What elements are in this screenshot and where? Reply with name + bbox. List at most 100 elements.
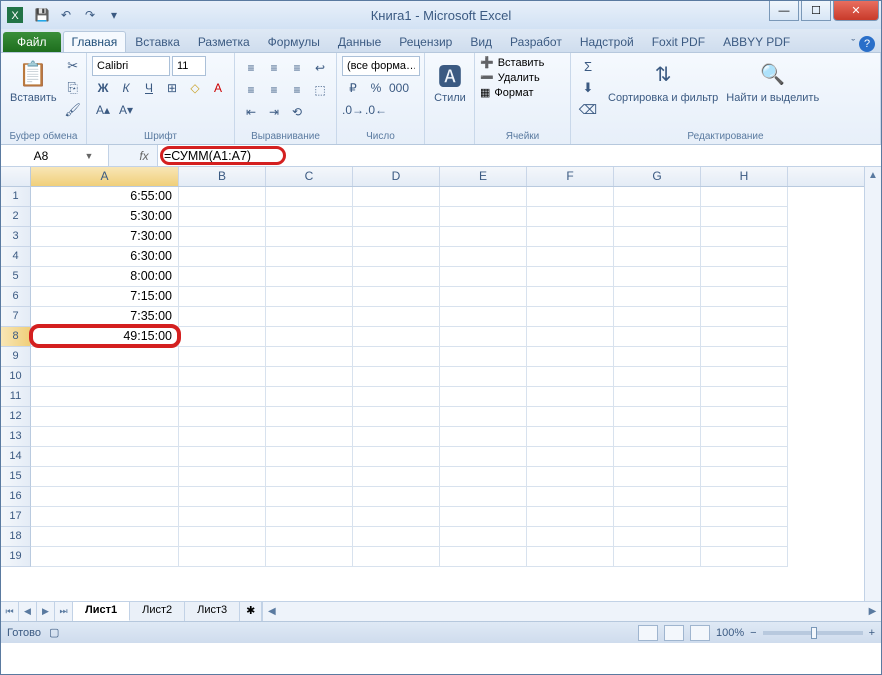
cell[interactable]: [440, 487, 527, 507]
cell[interactable]: [701, 467, 788, 487]
cell[interactable]: [701, 327, 788, 347]
align-bottom-button[interactable]: ≡: [286, 58, 308, 78]
cell[interactable]: [266, 287, 353, 307]
cell[interactable]: [614, 347, 701, 367]
row-header[interactable]: 19: [1, 547, 31, 567]
increase-indent-button[interactable]: ⇥: [263, 102, 285, 122]
column-header-F[interactable]: F: [527, 167, 614, 186]
cell[interactable]: [31, 547, 179, 567]
border-button[interactable]: ⊞: [161, 78, 183, 98]
cell[interactable]: [353, 247, 440, 267]
cell[interactable]: [440, 427, 527, 447]
cell[interactable]: [440, 507, 527, 527]
cell[interactable]: [527, 367, 614, 387]
cell[interactable]: [440, 207, 527, 227]
underline-button[interactable]: Ч: [138, 78, 160, 98]
cell[interactable]: [266, 327, 353, 347]
cell[interactable]: [614, 327, 701, 347]
cell[interactable]: [179, 387, 266, 407]
italic-button[interactable]: К: [115, 78, 137, 98]
row-header[interactable]: 13: [1, 427, 31, 447]
cell[interactable]: 7:15:00: [31, 287, 179, 307]
cell[interactable]: [31, 367, 179, 387]
wrap-text-button[interactable]: ↩: [309, 58, 331, 78]
cell[interactable]: [266, 547, 353, 567]
cell[interactable]: [701, 267, 788, 287]
tab-abbyy[interactable]: ABBYY PDF: [714, 31, 799, 52]
tab-insert[interactable]: Вставка: [126, 31, 189, 52]
cell[interactable]: [527, 287, 614, 307]
cell[interactable]: [31, 527, 179, 547]
cell[interactable]: [614, 307, 701, 327]
cell[interactable]: [701, 287, 788, 307]
cell[interactable]: [527, 407, 614, 427]
cell[interactable]: 7:35:00: [31, 307, 179, 327]
cell[interactable]: [440, 467, 527, 487]
cell[interactable]: [701, 207, 788, 227]
cell[interactable]: [614, 487, 701, 507]
cell[interactable]: [353, 347, 440, 367]
cell[interactable]: [353, 267, 440, 287]
cell[interactable]: 6:30:00: [31, 247, 179, 267]
cell[interactable]: [266, 527, 353, 547]
cell[interactable]: [527, 267, 614, 287]
decrease-decimal-button[interactable]: .0←: [365, 100, 387, 120]
clear-icon[interactable]: ⌫: [578, 100, 598, 120]
cell[interactable]: [701, 407, 788, 427]
cell[interactable]: [701, 507, 788, 527]
cell[interactable]: [353, 187, 440, 207]
row-header[interactable]: 5: [1, 267, 31, 287]
cell[interactable]: [353, 367, 440, 387]
insert-cells-button[interactable]: ➕Вставить: [480, 56, 544, 69]
tab-foxit[interactable]: Foxit PDF: [643, 31, 714, 52]
tab-layout[interactable]: Разметка: [189, 31, 259, 52]
cell[interactable]: [353, 427, 440, 447]
file-tab[interactable]: Файл: [3, 32, 61, 52]
fx-icon[interactable]: fx: [135, 147, 153, 165]
row-header[interactable]: 15: [1, 467, 31, 487]
cell[interactable]: [440, 327, 527, 347]
select-all-corner[interactable]: [1, 167, 31, 186]
cell[interactable]: [701, 187, 788, 207]
zoom-out-button[interactable]: −: [750, 627, 756, 639]
cell[interactable]: [614, 407, 701, 427]
normal-view-button[interactable]: [638, 625, 658, 641]
cell[interactable]: [31, 447, 179, 467]
cell[interactable]: [179, 487, 266, 507]
cell[interactable]: [527, 527, 614, 547]
undo-icon[interactable]: ↶: [55, 4, 77, 26]
cell[interactable]: [440, 367, 527, 387]
minimize-button[interactable]: —: [769, 1, 799, 21]
format-cells-button[interactable]: ▦Формат: [480, 86, 533, 99]
cell[interactable]: [266, 427, 353, 447]
save-icon[interactable]: 💾: [31, 4, 53, 26]
row-header[interactable]: 8: [1, 327, 31, 347]
cells-area[interactable]: 6:55:005:30:007:30:006:30:008:00:007:15:…: [31, 187, 788, 567]
cell[interactable]: 5:30:00: [31, 207, 179, 227]
cell[interactable]: [266, 507, 353, 527]
cell[interactable]: [701, 427, 788, 447]
qat-customize-icon[interactable]: ▾: [103, 4, 125, 26]
new-sheet-button[interactable]: ✱: [240, 602, 262, 621]
cell[interactable]: [701, 487, 788, 507]
tab-formulas[interactable]: Формулы: [259, 31, 329, 52]
align-top-button[interactable]: ≡: [240, 58, 262, 78]
cell[interactable]: [701, 547, 788, 567]
column-header-C[interactable]: C: [266, 167, 353, 186]
comma-button[interactable]: 000: [388, 78, 410, 98]
merge-button[interactable]: ⬚: [309, 80, 331, 100]
cut-icon[interactable]: ✂: [63, 56, 83, 76]
cell[interactable]: [179, 187, 266, 207]
cell[interactable]: [614, 287, 701, 307]
cell[interactable]: [614, 527, 701, 547]
cell[interactable]: [31, 347, 179, 367]
cell[interactable]: [179, 527, 266, 547]
fill-color-button[interactable]: ◇: [184, 78, 206, 98]
cell[interactable]: [527, 227, 614, 247]
cell[interactable]: [614, 267, 701, 287]
minimize-ribbon-icon[interactable]: ˇ: [851, 38, 855, 50]
cell[interactable]: [353, 287, 440, 307]
cell[interactable]: [266, 187, 353, 207]
cell[interactable]: [179, 347, 266, 367]
align-right-button[interactable]: ≡: [286, 80, 308, 100]
